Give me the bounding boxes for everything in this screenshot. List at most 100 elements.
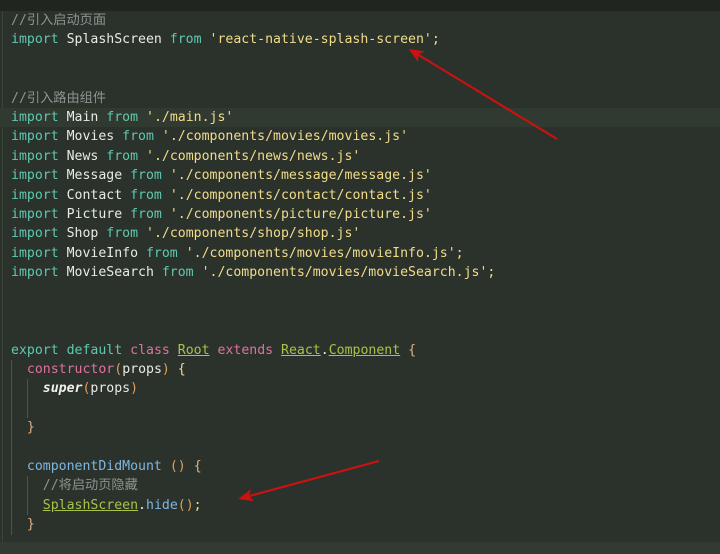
- code-token: props: [90, 381, 131, 397]
- code-token: (: [169, 458, 178, 474]
- code-line[interactable]: SplashScreen.hide();: [0, 495, 720, 516]
- code-line[interactable]: [0, 321, 720, 340]
- code-token: from: [130, 187, 162, 203]
- code-line[interactable]: export default class Root extends React.…: [0, 341, 720, 360]
- code-line[interactable]: [0, 302, 720, 321]
- code-line[interactable]: import MovieSearch from './components/mo…: [0, 263, 720, 282]
- code-line[interactable]: }: [0, 418, 720, 438]
- code-token: './components/contact/contact.js': [169, 187, 432, 203]
- indent-guide: [11, 456, 12, 477]
- code-line[interactable]: [0, 69, 720, 88]
- code-token: super: [42, 381, 83, 397]
- code-token: ;: [193, 497, 202, 513]
- code-line[interactable]: super(props): [0, 379, 720, 399]
- code-token: './components/picture/picture.js': [169, 206, 432, 222]
- code-line[interactable]: import Contact from './components/contac…: [0, 186, 720, 205]
- code-line[interactable]: [0, 398, 720, 419]
- code-token: import: [11, 32, 59, 48]
- code-token: constructor: [26, 362, 115, 378]
- code-token: News: [58, 148, 107, 164]
- code-line[interactable]: [0, 282, 720, 301]
- code-token: SplashScreen: [58, 32, 170, 48]
- code-token: export: [11, 342, 59, 358]
- code-token: Picture: [58, 206, 131, 222]
- code-token: from: [145, 245, 178, 261]
- code-line[interactable]: constructor(props) {: [0, 360, 720, 380]
- code-token: import: [11, 245, 59, 261]
- editor-bottom-bar: [0, 542, 720, 554]
- code-token: from: [106, 226, 139, 242]
- code-token: './components/message/message.js': [169, 168, 432, 184]
- code-line[interactable]: import MovieInfo from './components/movi…: [0, 244, 720, 263]
- code-token: props: [122, 362, 162, 378]
- code-token: import: [11, 129, 59, 145]
- code-token: from: [130, 206, 162, 222]
- indent-guide: [11, 379, 12, 399]
- code-token: './components/movies/movies.js': [161, 129, 409, 145]
- code-token: './components/news/news.js': [146, 148, 361, 164]
- code-token: {: [193, 458, 202, 474]
- code-line[interactable]: import Main from './main.js': [0, 107, 720, 128]
- code-token: //引入路由组件: [11, 90, 107, 106]
- indent-guide: [11, 476, 12, 496]
- code-token: extends: [217, 342, 274, 358]
- code-token: Root: [177, 342, 210, 358]
- code-line[interactable]: componentDidMount () {: [0, 456, 720, 477]
- code-token: './components/movies/movieInfo.js': [185, 245, 456, 261]
- code-token: './components/shop/shop.js': [146, 226, 361, 242]
- code-token: './main.js': [146, 109, 234, 125]
- code-token: componentDidMount: [26, 458, 162, 474]
- code-line[interactable]: }: [0, 515, 720, 535]
- code-line[interactable]: [0, 437, 720, 457]
- code-token: Contact: [58, 187, 131, 203]
- indent-guide: [11, 418, 12, 438]
- code-token: Movies: [58, 129, 123, 145]
- code-token: ): [130, 381, 139, 397]
- code-token: (: [177, 497, 186, 513]
- code-line[interactable]: //将启动页隐藏: [0, 476, 720, 496]
- code-line[interactable]: import News from './components/news/news…: [0, 147, 720, 166]
- code-token: SplashScreen: [42, 497, 139, 513]
- code-line[interactable]: import Shop from './components/shop/shop…: [0, 224, 720, 243]
- code-token: hide: [146, 497, 178, 513]
- code-token: //将启动页隐藏: [42, 478, 138, 494]
- code-token: //引入启动页面: [11, 13, 107, 28]
- code-token: from: [122, 129, 154, 145]
- code-line[interactable]: //引入启动页面: [0, 11, 720, 30]
- code-token: Main: [58, 109, 107, 125]
- code-token: from: [169, 32, 202, 48]
- code-line[interactable]: import Movies from './components/movies/…: [0, 127, 720, 146]
- code-line[interactable]: import Message from './components/messag…: [0, 166, 720, 185]
- indent-guide: [26, 476, 28, 496]
- code-token: Message: [58, 168, 131, 184]
- indent-guide: [11, 437, 12, 457]
- code-token: from: [106, 109, 139, 125]
- code-line[interactable]: //引入路由组件: [0, 89, 720, 108]
- code-line[interactable]: import Picture from './components/pictur…: [0, 205, 720, 224]
- code-token: Component: [328, 342, 401, 358]
- code-token: React: [281, 342, 321, 358]
- code-line[interactable]: import SplashScreen from 'react-native-s…: [0, 30, 720, 49]
- indent-guide: [11, 398, 12, 419]
- code-token: ): [161, 362, 170, 378]
- code-line[interactable]: [0, 50, 720, 69]
- code-content-area[interactable]: //引入启动页面 import SplashScreen from 'react-…: [0, 11, 720, 542]
- code-token: {: [177, 362, 186, 378]
- code-token: ): [185, 497, 194, 513]
- code-token: import: [11, 109, 59, 125]
